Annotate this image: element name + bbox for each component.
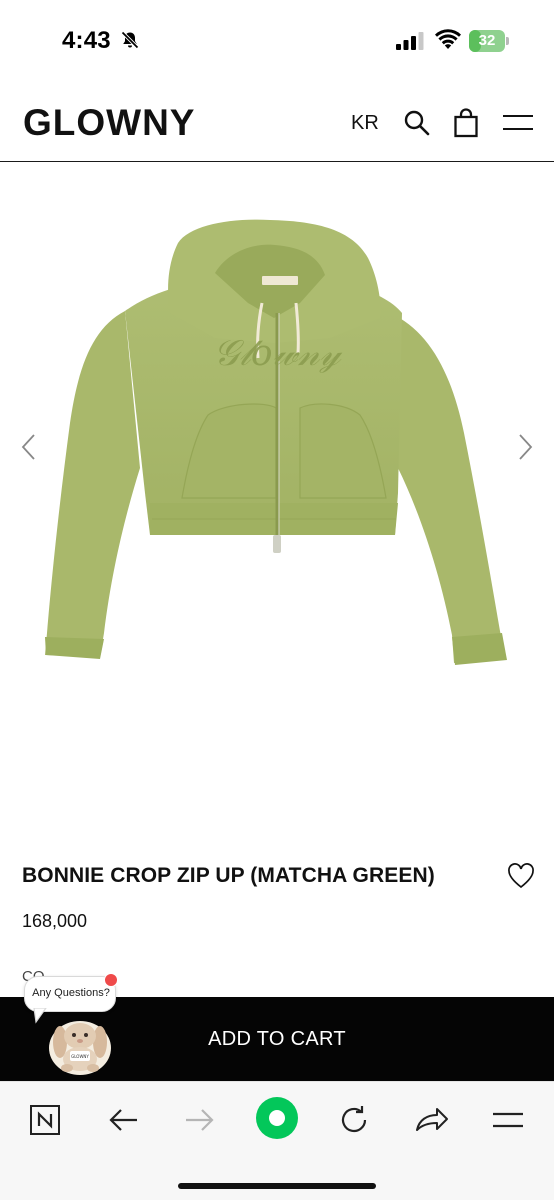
product-gallery[interactable]: 𝒢𝓁𝑜𝓌𝓃𝓎 <box>0 163 554 823</box>
home-indicator <box>178 1183 376 1189</box>
bunny-mascot-icon[interactable]: GLOWNY <box>46 1008 114 1076</box>
product-title: BONNIE CROP ZIP UP (MATCHA GREEN) <box>22 864 435 887</box>
language-switch[interactable]: KR <box>351 112 379 135</box>
green-ai-button-icon[interactable] <box>253 1094 301 1142</box>
shopping-bag-icon[interactable] <box>452 108 480 138</box>
site-header: GLOWNY KR <box>0 84 554 162</box>
signal-icon <box>396 32 424 50</box>
reload-icon[interactable] <box>332 1098 376 1142</box>
chat-bubble[interactable]: Any Questions? <box>24 976 116 1012</box>
chat-bubble-label: Any Questions? <box>32 987 110 999</box>
browser-toolbar <box>0 1081 554 1200</box>
share-icon[interactable] <box>409 1098 453 1142</box>
chevron-right-icon[interactable] <box>514 427 538 467</box>
product-image: 𝒢𝓁𝑜𝓌𝓃𝓎 <box>45 219 507 665</box>
brand-logo[interactable]: GLOWNY <box>23 102 195 144</box>
status-bar: 4:43 32 <box>0 0 554 84</box>
bunny-shirt-text: GLOWNY <box>71 1054 89 1059</box>
embroidery-logo: 𝒢𝓁𝑜𝓌𝓃𝓎 <box>213 333 342 374</box>
notification-dot <box>104 973 118 987</box>
search-icon[interactable] <box>402 108 432 138</box>
chevron-left-icon[interactable] <box>16 427 40 467</box>
forward-arrow-icon[interactable] <box>178 1098 222 1142</box>
product-price: 168,000 <box>22 911 88 931</box>
menu-icon[interactable] <box>486 1098 530 1142</box>
status-time: 4:43 <box>62 27 111 54</box>
hamburger-menu-icon[interactable] <box>502 112 534 134</box>
battery-level: 32 <box>478 32 496 49</box>
heart-outline-icon[interactable] <box>506 862 536 890</box>
wifi-icon <box>435 29 461 49</box>
battery-icon: 32 <box>469 30 509 52</box>
back-arrow-icon[interactable] <box>101 1098 145 1142</box>
chat-widget[interactable]: Any Questions? GLOWNY <box>20 970 130 1078</box>
naver-n-icon[interactable] <box>24 1098 68 1142</box>
bell-slash-icon <box>121 31 139 49</box>
battery-tip <box>506 37 509 45</box>
